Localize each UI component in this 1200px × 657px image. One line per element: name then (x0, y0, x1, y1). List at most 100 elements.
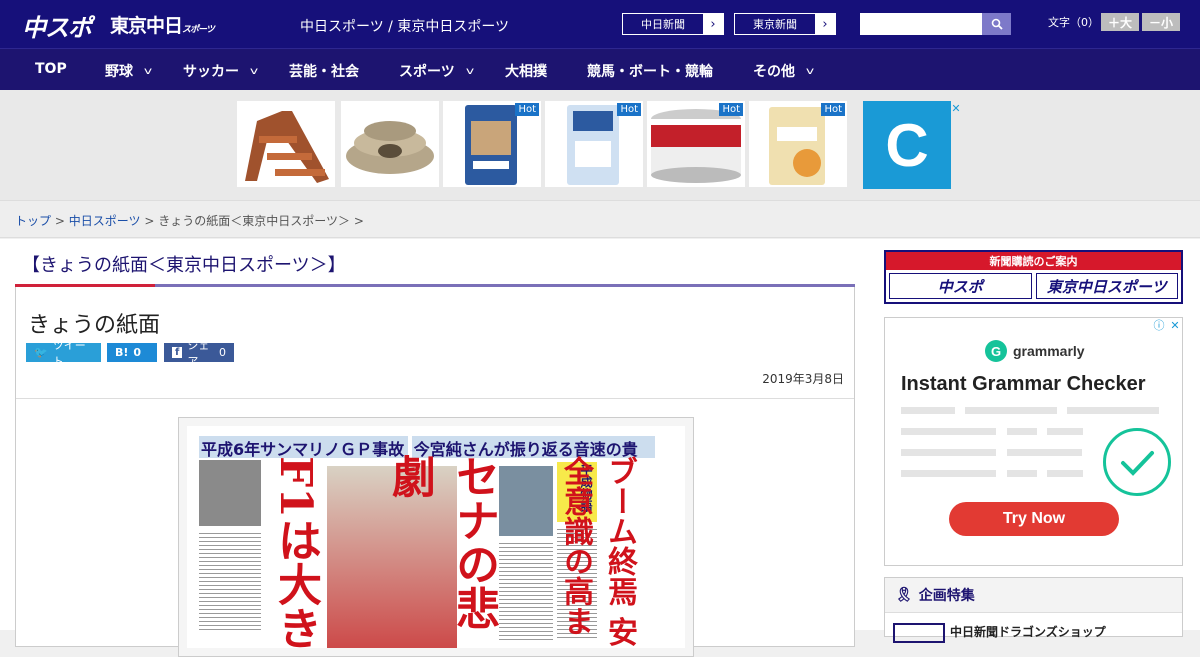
breadcrumb-home[interactable]: トップ (15, 214, 51, 228)
nav-item-top[interactable]: TOP (35, 61, 67, 77)
ad-close-icon[interactable]: ✕ (1168, 318, 1182, 332)
nav-item-entertainment[interactable]: 芸能・社会 (289, 61, 359, 81)
headline-senna: セナの悲劇 (384, 454, 499, 630)
article-title: きょうの紙面 (28, 313, 161, 338)
tokyo-shimbun-label: 東京新聞 (753, 18, 797, 31)
top-header: 中スポ 東京中日スポーツ 中日スポーツ / 東京中日スポーツ 中日新聞 › 東京… (0, 0, 1200, 48)
placeholder-line (1047, 428, 1083, 435)
ad-info-icon[interactable]: ⓘ (1152, 318, 1166, 332)
nav-label: 競馬・ボート・競輪 (587, 64, 713, 80)
facebook-icon: f (172, 347, 183, 358)
font-larger-button[interactable]: ＋大 (1101, 13, 1139, 31)
feature-panel: 🎗 企画特集 中日新聞ドラゴンズショップ (884, 577, 1183, 643)
main-content: 【きょうの紙面＜東京中日スポーツ＞】 きょうの紙面 🐦 ツイート B! 0 f … (0, 239, 1200, 657)
font-size-label: 文字（0） (1048, 16, 1099, 29)
hatena-count: 0 (133, 346, 142, 359)
nav-label: その他 (753, 64, 795, 80)
chevron-right-icon: › (815, 14, 835, 34)
nav-item-sumo[interactable]: 大相撲 (505, 61, 547, 81)
text-column (199, 530, 261, 630)
try-now-button[interactable]: Try Now (949, 502, 1119, 536)
nav-item-baseball[interactable]: 野球 v (105, 61, 153, 81)
subscription-banner[interactable]: 新聞購読のご案内 中スポ 東京中日スポーツ (884, 250, 1183, 304)
ad-product-cat-food-bag[interactable]: Hot (749, 101, 847, 187)
hot-badge: Hot (617, 103, 641, 116)
placeholder-line (1047, 470, 1083, 477)
main-nav: TOP 野球 v サッカー v 芸能・社会 スポーツ v 大相撲 競馬・ボート・競輪 … (0, 48, 1200, 90)
nav-item-sports[interactable]: スポーツ v (399, 61, 474, 81)
ad-product-pet-stairs[interactable] (237, 101, 335, 187)
article-date: 2019年3月8日 (762, 372, 844, 386)
hot-badge: Hot (719, 103, 743, 116)
breadcrumb-separator: > (353, 214, 364, 228)
grammarly-g-icon: G (985, 340, 1007, 362)
nav-item-other[interactable]: その他 v (753, 61, 815, 81)
subscription-header: 新聞購読のご案内 (886, 252, 1181, 270)
chunichi-shimbun-link[interactable]: 中日新聞 › (622, 13, 724, 35)
photo-block-small (499, 466, 553, 536)
chevron-down-icon: v (805, 65, 815, 77)
ad-product-dog-food-blue[interactable]: Hot (545, 101, 643, 187)
ad-banner-strip: Hot Hot Hot Hot (0, 90, 1200, 200)
facebook-label: シェア (187, 338, 210, 368)
placeholder-line (901, 428, 996, 435)
breadcrumb-current: きょうの紙面＜東京中日スポーツ＞ (158, 214, 350, 228)
grammarly-ad[interactable]: ⓘ ✕ G grammarly Instant Grammar Checker … (884, 317, 1183, 566)
feature-item-link[interactable]: 中日新聞ドラゴンズショップ (950, 623, 1106, 640)
search-button[interactable] (982, 13, 1011, 35)
breadcrumb-separator: > (144, 214, 155, 228)
facebook-share-button[interactable]: f シェア 0 (164, 339, 234, 368)
tweet-label: ツイート (52, 338, 86, 368)
nav-label: TOP (35, 61, 67, 77)
ad-close-icon[interactable]: ✕ (949, 101, 963, 115)
nav-label: サッカー (183, 64, 239, 80)
ad-product-rock-cave[interactable] (341, 101, 439, 187)
placeholder-line (1067, 407, 1159, 414)
subscription-logos: 中スポ 東京中日スポーツ (886, 270, 1181, 302)
breadcrumb-section[interactable]: 中日スポーツ (69, 214, 141, 228)
search-input[interactable] (860, 13, 982, 35)
ad-product-dog-food-puppy[interactable]: Hot (443, 101, 541, 187)
newspaper-front-page-image[interactable]: 平成6年サンマリノＧＰ事故死 今宮純さんが振り返る音速の貴公子 F1は大き セナ… (178, 417, 694, 657)
tokyo-chunichi-logo-text: 東京中日 (110, 15, 183, 37)
placeholder-line (1007, 470, 1037, 477)
chuspo-logo[interactable]: 中スポ (22, 8, 92, 43)
nav-label: 大相撲 (505, 64, 547, 80)
pet-stairs-image (245, 111, 329, 183)
grammarly-brand: grammarly (1013, 343, 1085, 359)
chevron-right-icon: › (703, 14, 723, 34)
grammarly-logo: G grammarly (985, 340, 1085, 362)
placeholder-line (1007, 449, 1082, 456)
hot-badge: Hot (515, 103, 539, 116)
placeholder-line (1007, 428, 1037, 435)
chunichi-shimbun-label: 中日新聞 (641, 18, 685, 31)
font-smaller-button[interactable]: －小 (1142, 13, 1180, 31)
hatena-button[interactable]: B! 0 (107, 343, 157, 362)
hot-badge: Hot (821, 103, 845, 116)
search-icon (991, 18, 1003, 30)
tokyo-chunichi-logo[interactable]: 東京中日スポーツ (110, 11, 215, 38)
ad-info-icon[interactable]: ⓘ (933, 101, 947, 115)
site-title: 中日スポーツ / 東京中日スポーツ (300, 19, 510, 35)
rock-cave-image (346, 121, 434, 174)
headline-f1: F1は大き (270, 456, 321, 648)
placeholder-line (901, 470, 996, 477)
subscription-tokyo-chunichi-link[interactable]: 東京中日スポーツ (1035, 273, 1178, 299)
feature-thumbnail[interactable] (893, 623, 945, 643)
photo-block (199, 460, 261, 526)
tweet-button[interactable]: 🐦 ツイート (26, 339, 101, 368)
nav-label: 芸能・社会 (289, 64, 359, 80)
tokyo-shimbun-link[interactable]: 東京新聞 › (734, 13, 836, 35)
nav-item-racing[interactable]: 競馬・ボート・競輪 (587, 61, 713, 81)
newspaper-page: 平成6年サンマリノＧＰ事故死 今宮純さんが振り返る音速の貴公子 F1は大き セナ… (187, 426, 685, 648)
facebook-count: 0 (219, 346, 226, 359)
ad-product-cat-food-can[interactable]: Hot (647, 101, 745, 187)
chevron-down-icon: v (143, 65, 153, 77)
feature-header: 🎗 企画特集 (885, 578, 1182, 613)
article-card: きょうの紙面 🐦 ツイート B! 0 f シェア 0 2019年3月8日 平成6… (15, 287, 855, 657)
section-title: 【きょうの紙面＜東京中日スポーツ＞】 (22, 255, 346, 276)
placeholder-line (901, 449, 996, 456)
subscription-chuspo-link[interactable]: 中スポ (889, 273, 1032, 299)
tokyo-chunichi-logo-small: スポーツ (182, 25, 215, 35)
nav-item-soccer[interactable]: サッカー v (183, 61, 258, 81)
